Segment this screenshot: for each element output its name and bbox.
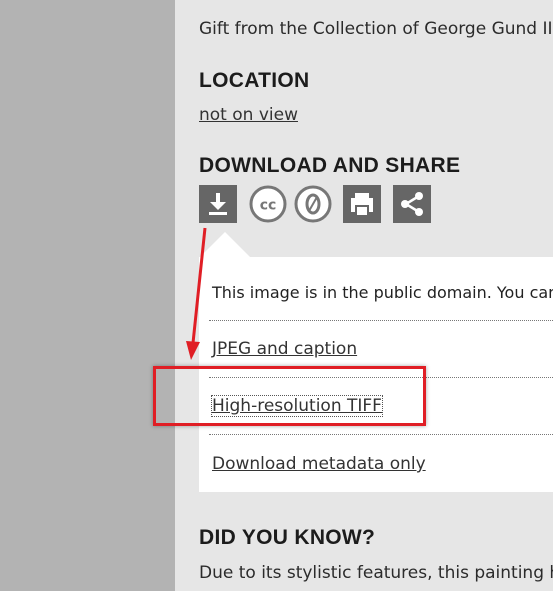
location-status-link[interactable]: not on view: [199, 105, 298, 125]
main-content: Gift from the Collection of George Gund …: [175, 0, 553, 591]
did-you-know-heading: DID YOU KNOW?: [199, 526, 376, 549]
divider: [209, 434, 553, 435]
left-gutter: [0, 0, 175, 591]
public-domain-notice: This image is in the public domain. You …: [212, 283, 553, 302]
download-share-heading: DOWNLOAD AND SHARE: [199, 154, 461, 177]
print-icon[interactable]: [343, 185, 381, 223]
location-heading: LOCATION: [199, 69, 310, 92]
share-icon[interactable]: [393, 185, 431, 223]
creative-commons-icon[interactable]: cc: [249, 185, 287, 223]
annotation-highlight-box: [153, 366, 426, 426]
divider: [209, 320, 553, 321]
jpeg-caption-link[interactable]: JPEG and caption: [212, 339, 357, 359]
cc-zero-icon[interactable]: [294, 185, 332, 223]
download-metadata-link[interactable]: Download metadata only: [212, 454, 426, 474]
did-you-know-text: Due to its stylistic features, this pain…: [199, 563, 553, 583]
download-icon[interactable]: [199, 185, 237, 223]
credit-line: Gift from the Collection of George Gund …: [199, 19, 553, 39]
panel-pointer: [199, 232, 251, 258]
svg-text:cc: cc: [260, 198, 277, 214]
